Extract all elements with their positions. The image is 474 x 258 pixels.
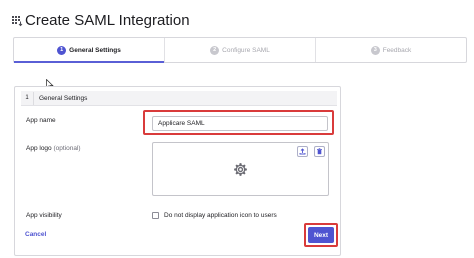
step-configure-saml[interactable]: 2 Configure SAML: [165, 38, 316, 62]
cancel-link[interactable]: Cancel: [25, 231, 46, 238]
upload-icon: [299, 148, 306, 155]
page-header: Create SAML Integration: [12, 11, 190, 31]
step-number: 1: [57, 45, 67, 55]
section-header: 1 General Settings: [21, 91, 337, 106]
app-name-input[interactable]: Applicare SAML: [152, 116, 328, 131]
app-visibility-label: App visibility: [26, 212, 62, 219]
section-number: 1: [21, 91, 34, 105]
app-logo-dropzone[interactable]: [152, 142, 329, 196]
hide-icon-checkbox-label: Do not display application icon to users: [164, 212, 277, 219]
step-label: Feedback: [382, 46, 412, 54]
step-number: 3: [370, 45, 380, 55]
gear-icon: [234, 163, 247, 176]
step-label: Configure SAML: [222, 46, 270, 54]
hide-icon-checkbox[interactable]: [152, 212, 159, 219]
upload-button[interactable]: [297, 146, 308, 157]
next-button[interactable]: Next: [308, 227, 334, 243]
step-general-settings[interactable]: 1 General Settings: [14, 38, 165, 63]
page: Create SAML Integration 1 General Settin…: [0, 0, 474, 258]
page-title: Create SAML Integration: [25, 12, 190, 29]
wizard-stepper: 1 General Settings 2 Configure SAML 3 Fe…: [13, 37, 467, 63]
step-feedback[interactable]: 3 Feedback: [316, 38, 466, 62]
app-logo-label: App logo (optional): [26, 145, 81, 152]
step-number: 2: [210, 45, 220, 55]
app-name-label: App name: [26, 117, 56, 124]
trash-icon: [317, 148, 322, 155]
app-logo-label-text: App logo: [26, 145, 52, 152]
step-label: General Settings: [69, 46, 121, 54]
section-title: General Settings: [39, 94, 88, 102]
optional-hint: (optional): [53, 145, 81, 152]
delete-button[interactable]: [314, 146, 325, 157]
app-grid-icon: [12, 15, 24, 27]
